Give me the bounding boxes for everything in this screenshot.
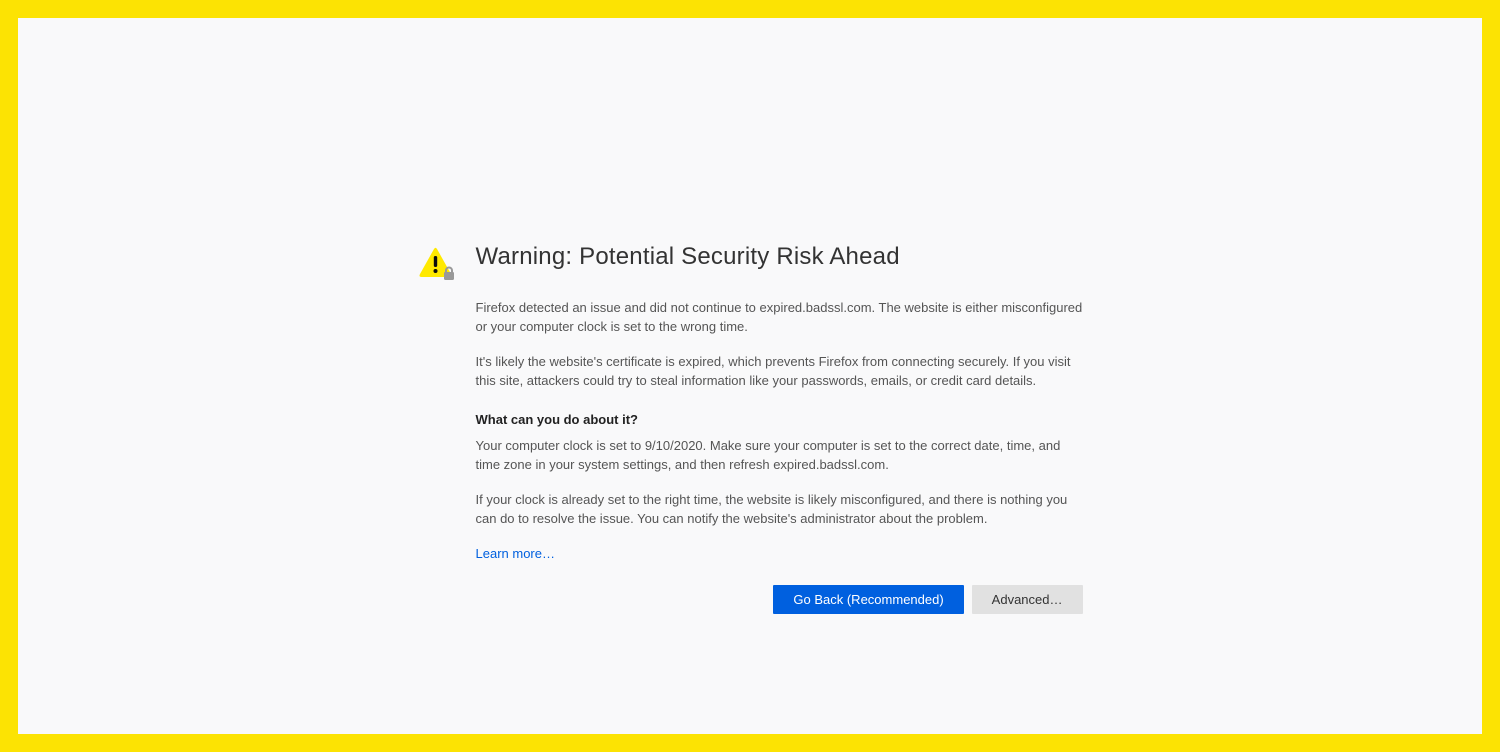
advanced-button[interactable]: Advanced…: [972, 585, 1083, 614]
content-area: Warning: Potential Security Risk Ahead F…: [418, 243, 1083, 614]
buttons-row: Go Back (Recommended) Advanced…: [476, 585, 1083, 614]
description-paragraph-1: Firefox detected an issue and did not co…: [476, 299, 1083, 337]
error-page-container: Warning: Potential Security Risk Ahead F…: [18, 18, 1482, 734]
icon-column: [418, 243, 456, 283]
section-heading: What can you do about it?: [476, 412, 1083, 427]
page-title: Warning: Potential Security Risk Ahead: [476, 243, 1083, 271]
go-back-button[interactable]: Go Back (Recommended): [773, 585, 963, 614]
action-paragraph-1: Your computer clock is set to 9/10/2020.…: [476, 437, 1083, 475]
description-paragraph-2: It's likely the website's certificate is…: [476, 353, 1083, 391]
learn-more-link[interactable]: Learn more…: [476, 546, 555, 561]
action-paragraph-2: If your clock is already set to the righ…: [476, 491, 1083, 529]
text-column: Warning: Potential Security Risk Ahead F…: [476, 243, 1083, 614]
warning-with-lock-icon: [418, 247, 456, 283]
